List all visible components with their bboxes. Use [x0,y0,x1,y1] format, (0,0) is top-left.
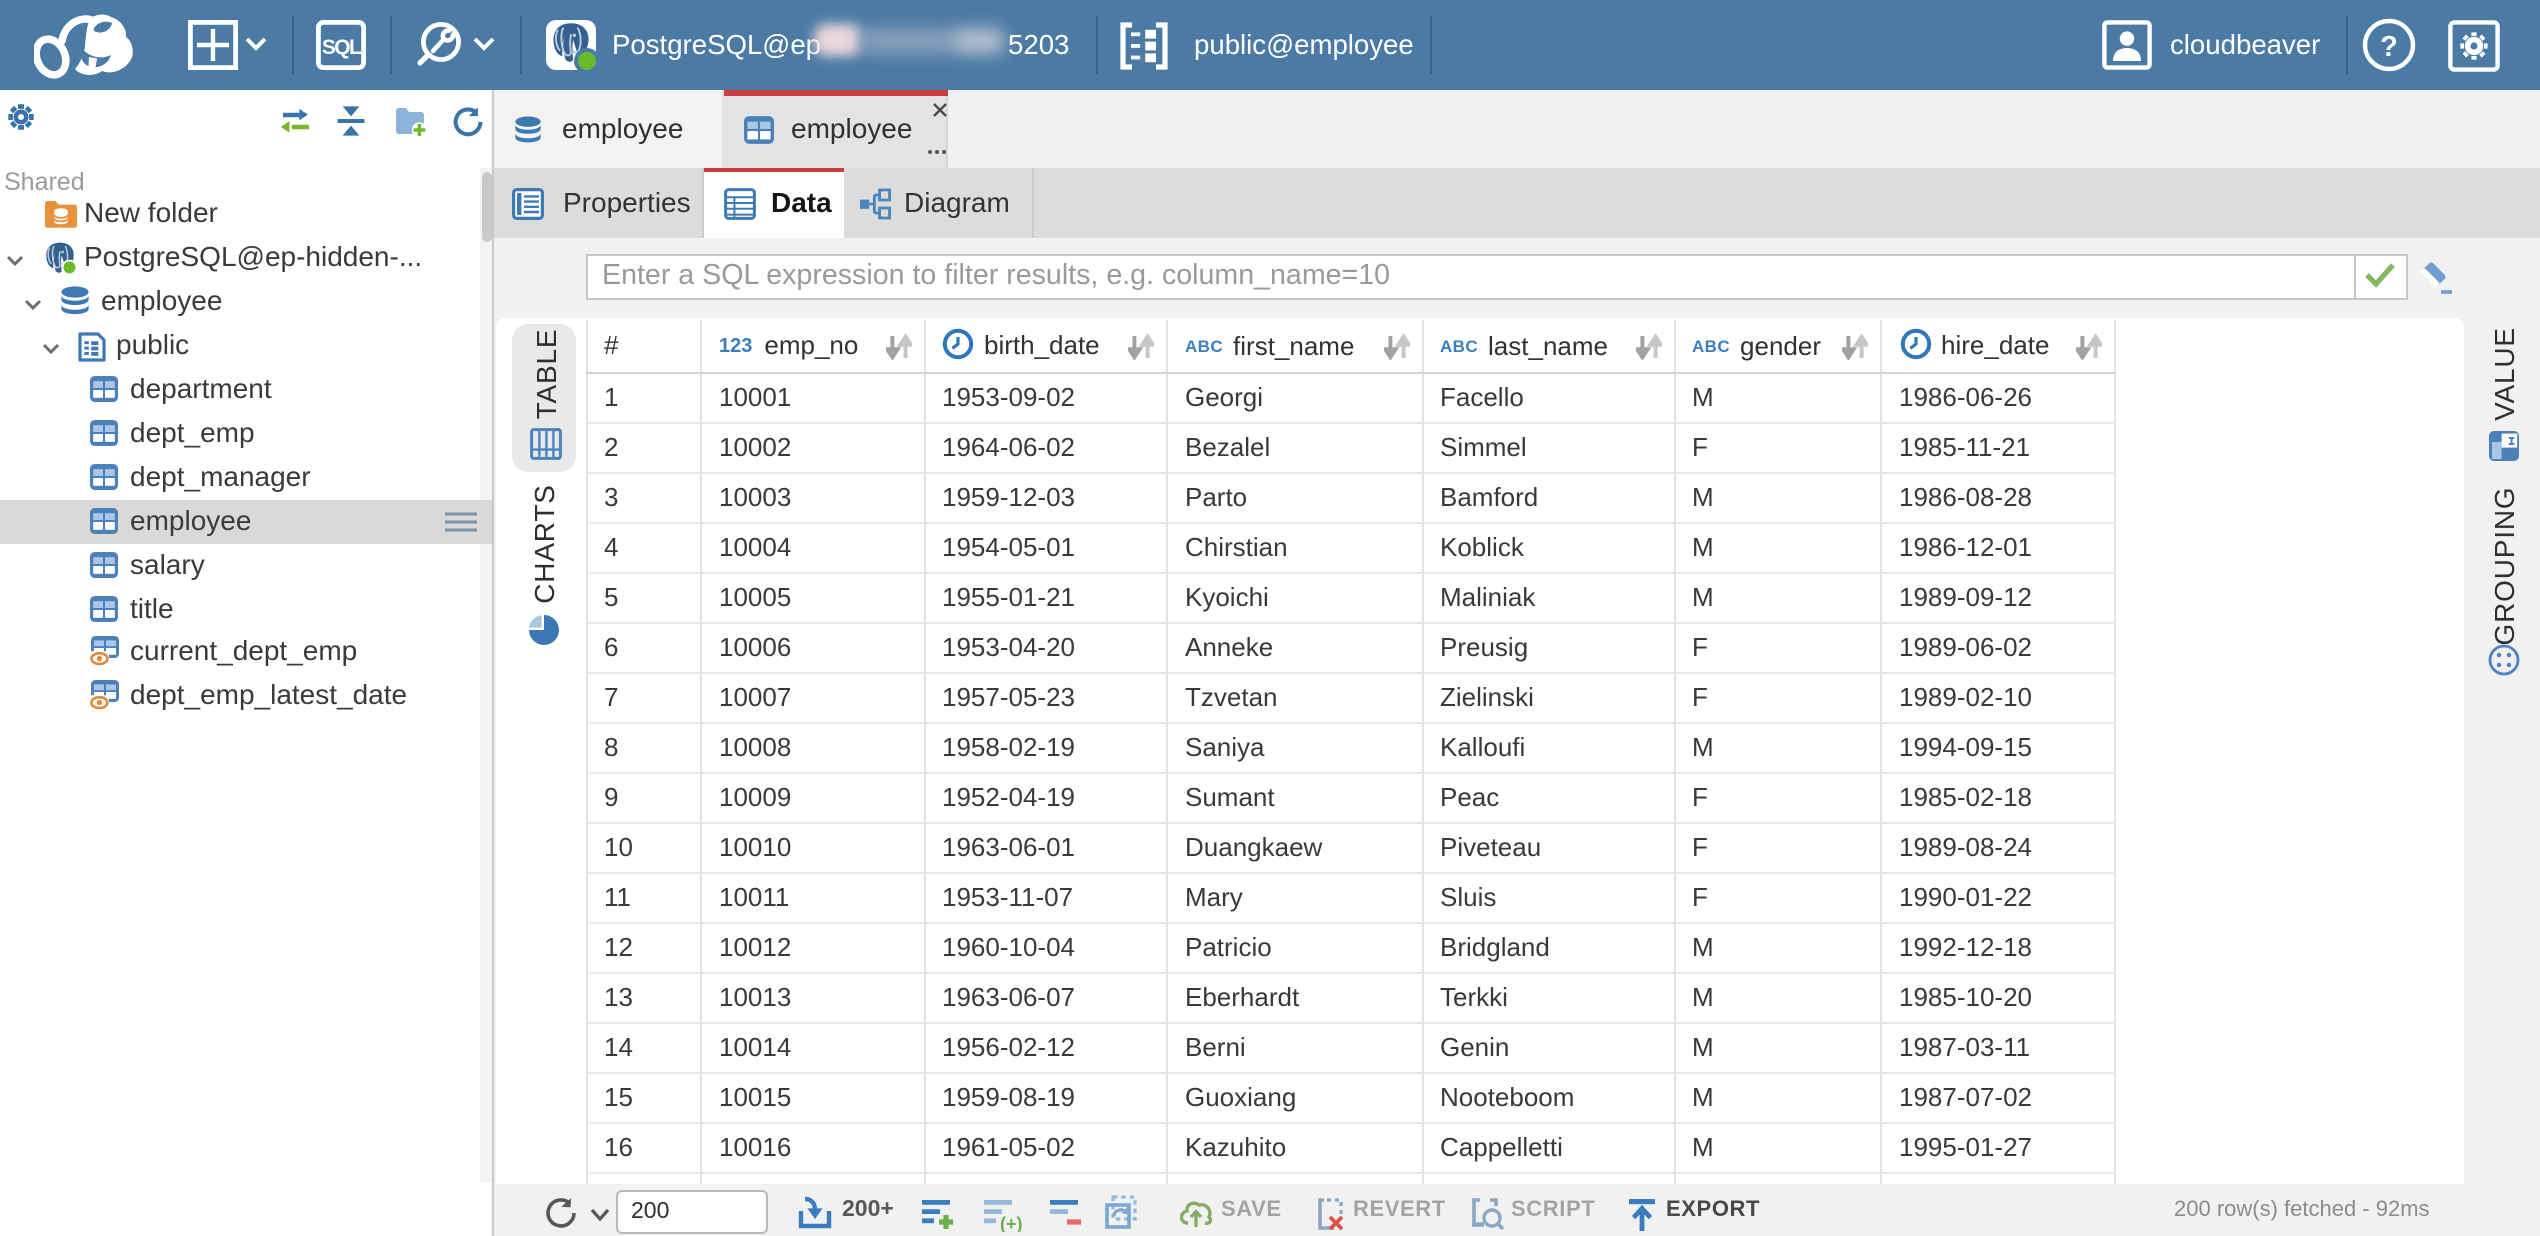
svg-text:?: ? [2380,31,2398,63]
svg-text:SQL: SQL [322,36,362,59]
svg-text:(+): (+) [1000,1213,1023,1231]
